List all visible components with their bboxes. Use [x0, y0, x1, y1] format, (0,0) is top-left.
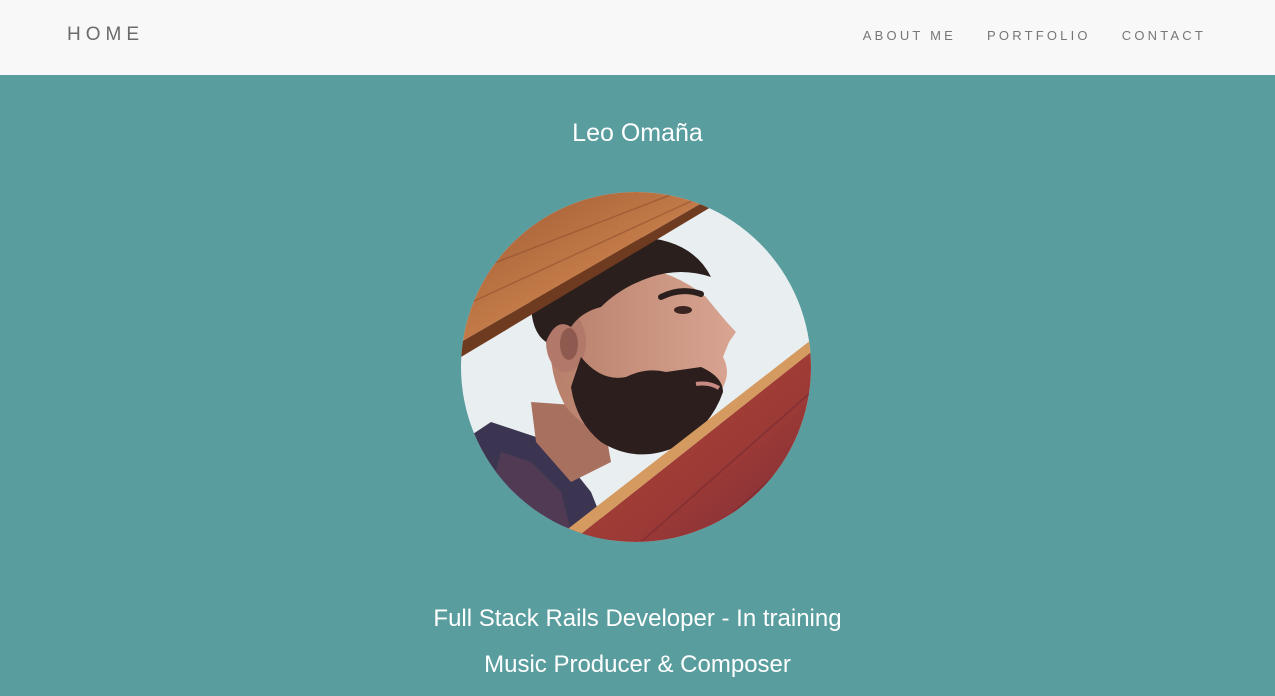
profile-name: Leo Omaña: [572, 119, 703, 147]
tagline-developer: Full Stack Rails Developer - In training: [433, 605, 842, 632]
avatar: [461, 192, 811, 542]
nav-item-contact: CONTACT: [1122, 27, 1206, 45]
portfolio-link[interactable]: PORTFOLIO: [987, 28, 1091, 43]
avatar-photo: [461, 192, 811, 542]
home-link[interactable]: HOME: [67, 23, 144, 47]
about-me-link[interactable]: ABOUT ME: [863, 28, 956, 43]
contact-link[interactable]: CONTACT: [1122, 28, 1206, 43]
nav-item-portfolio: PORTFOLIO: [987, 27, 1091, 45]
tagline-producer: Music Producer & Composer: [484, 651, 791, 678]
nav-menu: ABOUT ME PORTFOLIO CONTACT: [863, 27, 1206, 45]
navbar: HOME ABOUT ME PORTFOLIO CONTACT: [0, 0, 1275, 75]
hero-section: Leo Omaña Full Stack Rails Developer - I…: [0, 75, 1275, 696]
nav-item-about: ABOUT ME: [863, 27, 956, 45]
